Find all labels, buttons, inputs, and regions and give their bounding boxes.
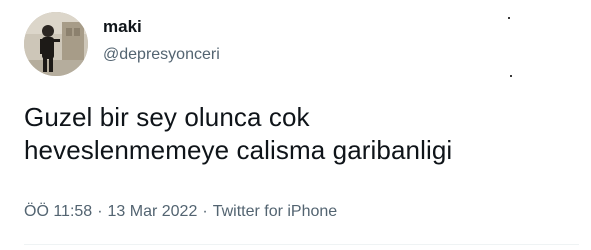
tweet-time[interactable]: ÖÖ 11:58 [24, 203, 92, 220]
tweet-meta: ÖÖ 11:58 · 13 Mar 2022 · Twitter for iPhone [24, 201, 337, 223]
tweet-source[interactable]: Twitter for iPhone [213, 203, 338, 220]
profile-photo-person-icon [24, 12, 88, 76]
tweet-date[interactable]: 13 Mar 2022 [108, 203, 198, 220]
stray-mark [510, 75, 512, 77]
display-name[interactable]: maki [103, 16, 142, 38]
tweet-card: maki @depresyonceri Guzel bir sey olunca… [0, 0, 591, 250]
stray-mark [508, 17, 510, 19]
avatar[interactable] [24, 12, 88, 76]
divider [24, 244, 579, 245]
user-handle[interactable]: @depresyonceri [103, 44, 220, 66]
meta-separator: · [97, 203, 103, 220]
tweet-text: Guzel bir sey olunca cok heveslenmemeye … [24, 102, 453, 165]
meta-separator: · [202, 203, 208, 220]
